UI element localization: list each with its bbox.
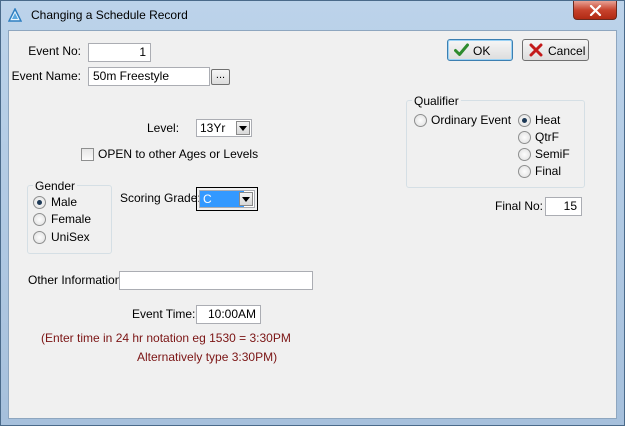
- qualifier-heat-label: Heat: [535, 113, 561, 127]
- scoring-grade-dropdown-arrow[interactable]: [239, 192, 253, 206]
- final-no-label: Final No:: [495, 199, 544, 213]
- level-dropdown-arrow[interactable]: [236, 121, 250, 135]
- gender-radio-male[interactable]: [33, 196, 46, 209]
- app-triangle-icon: [8, 8, 22, 22]
- chevron-down-icon: [239, 126, 247, 131]
- dialog-client-area: Event No: 1 Event Name: 50m Freestyle ..…: [8, 30, 617, 419]
- other-info-field[interactable]: [119, 271, 313, 290]
- close-icon: [589, 5, 602, 16]
- chevron-down-icon: [242, 197, 250, 202]
- ok-button[interactable]: OK: [447, 39, 513, 61]
- event-name-field[interactable]: 50m Freestyle: [88, 67, 210, 86]
- open-label: OPEN to other Ages or Levels: [98, 147, 259, 161]
- gender-male-label: Male: [51, 195, 78, 209]
- gender-radio-female[interactable]: [33, 213, 46, 226]
- qualifier-semif-label: SemiF: [535, 147, 570, 161]
- other-info-label: Other Information:: [28, 273, 125, 287]
- title-bar[interactable]: Changing a Schedule Record: [1, 1, 624, 29]
- qualifier-group-title: Qualifier: [412, 94, 461, 108]
- qualifier-final-label: Final: [535, 164, 562, 178]
- qualifier-ordinary-label: Ordinary Event: [431, 113, 512, 127]
- browse-event-name-button[interactable]: ...: [211, 69, 230, 85]
- event-time-label: Event Time:: [132, 307, 196, 321]
- dialog-window: Changing a Schedule Record Event No: 1 E…: [0, 0, 625, 426]
- checkmark-icon: [454, 43, 469, 56]
- open-checkbox[interactable]: [81, 148, 94, 161]
- event-time-field[interactable]: 10:00AM: [196, 305, 261, 324]
- red-x-icon: [529, 43, 543, 57]
- level-dropdown[interactable]: 13Yr: [196, 119, 252, 137]
- event-no-label: Event No:: [28, 44, 81, 58]
- gender-female-label: Female: [51, 212, 92, 226]
- gender-unisex-label: UniSex: [51, 230, 90, 244]
- qualifier-radio-semif[interactable]: [518, 148, 531, 161]
- event-name-label: Event Name:: [11, 69, 81, 83]
- gender-group-title: Gender: [33, 179, 78, 193]
- window-title: Changing a Schedule Record: [31, 8, 188, 22]
- time-hint-line1: (Enter time in 24 hr notation eg 1530 = …: [41, 331, 291, 345]
- qualifier-qtrf-label: QtrF: [535, 130, 559, 144]
- cancel-button[interactable]: Cancel: [522, 39, 589, 61]
- event-no-field[interactable]: 1: [88, 43, 151, 62]
- close-button[interactable]: [573, 1, 617, 20]
- level-value: 13Yr: [200, 121, 226, 135]
- gender-radio-unisex[interactable]: [33, 231, 46, 244]
- qualifier-radio-ordinary[interactable]: [414, 114, 427, 127]
- cancel-label: Cancel: [548, 44, 586, 58]
- qualifier-radio-heat[interactable]: [518, 114, 531, 127]
- qualifier-radio-final[interactable]: [518, 165, 531, 178]
- level-label: Level:: [147, 121, 180, 135]
- time-hint-line2: Alternatively type 3:30PM): [137, 350, 278, 364]
- final-no-field[interactable]: 15: [545, 197, 582, 216]
- scoring-grade-label: Scoring Grade:: [120, 191, 201, 205]
- qualifier-radio-qtrf[interactable]: [518, 131, 531, 144]
- ok-label: OK: [473, 44, 491, 58]
- scoring-grade-value: C: [200, 191, 244, 207]
- scoring-grade-dropdown[interactable]: C: [199, 190, 255, 208]
